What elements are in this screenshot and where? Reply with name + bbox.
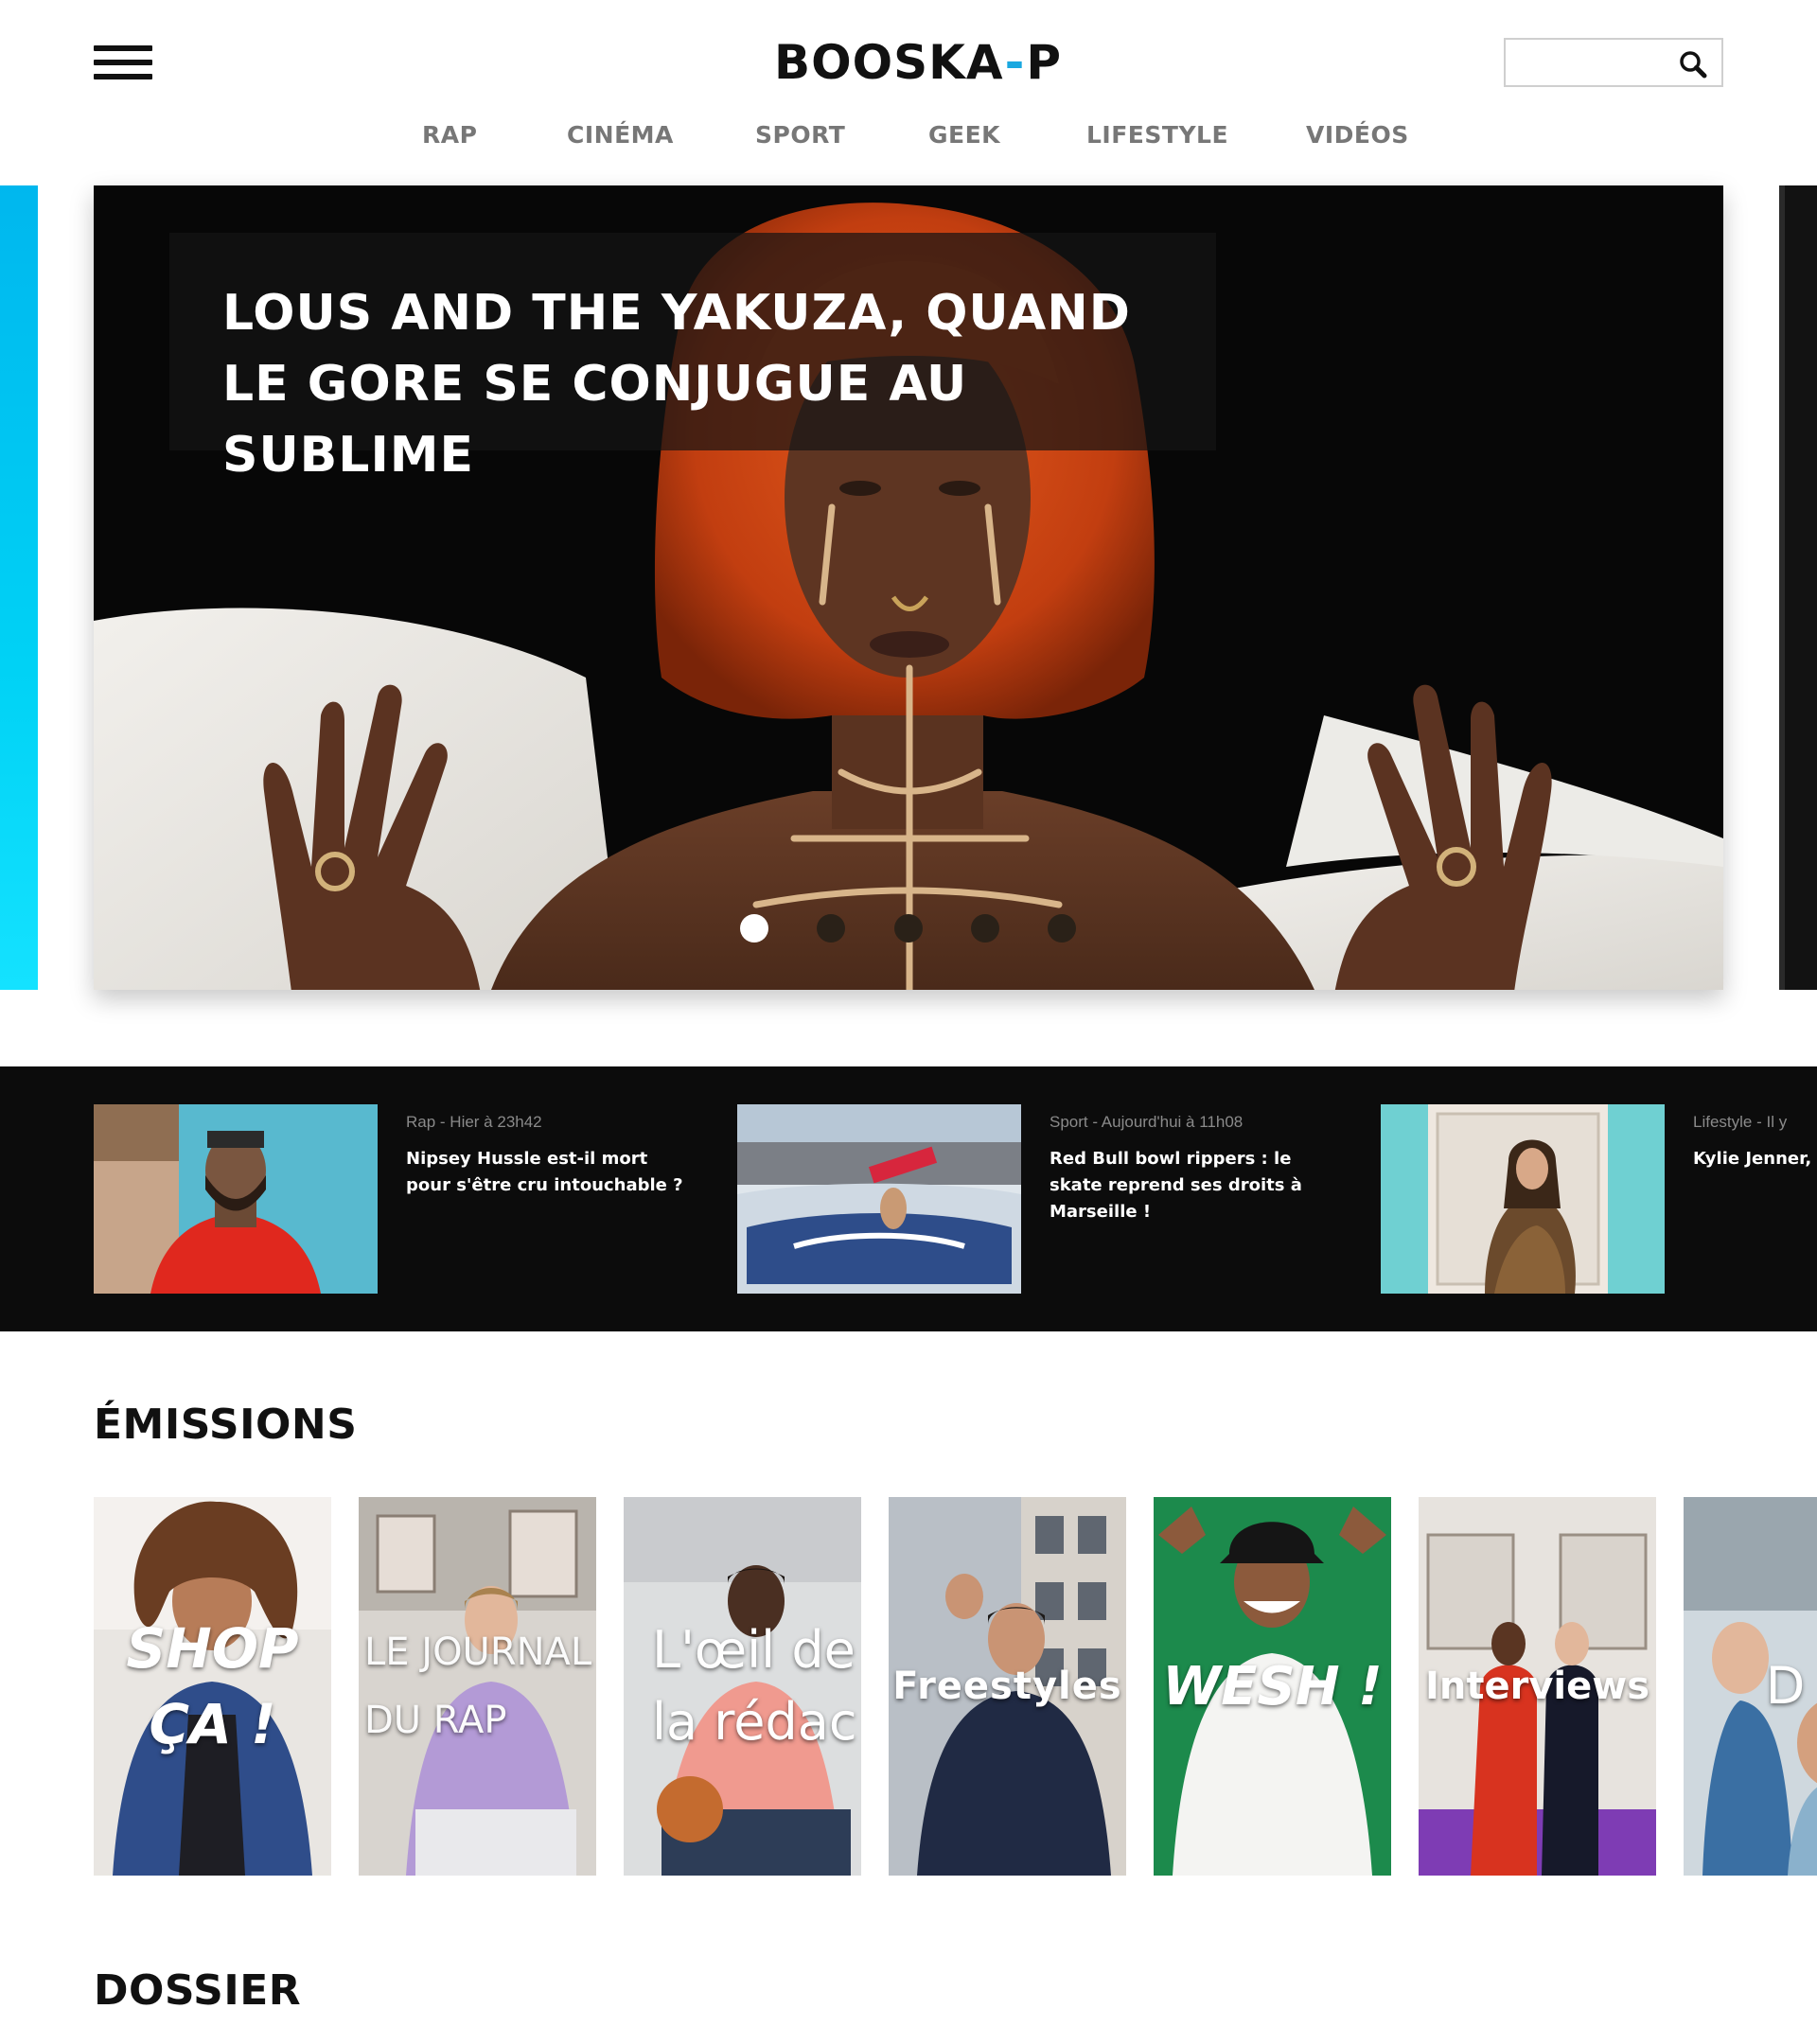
- show-label: D la g: [1765, 1656, 1817, 1716]
- show-card-journal-du-rap[interactable]: LE JOURNAL DU RAP: [359, 1497, 596, 1876]
- nav-item-videos[interactable]: VIDÉOS: [1306, 121, 1409, 149]
- hero-title[interactable]: LOUS AND THE YAKUZA, QUAND LE GORE SE CO…: [222, 278, 1207, 491]
- show-card-shop-ca[interactable]: SHOP ÇA !: [94, 1497, 331, 1876]
- article-meta: Sport - Aujourd'hui à 11h08: [1050, 1113, 1244, 1131]
- article-thumbnail[interactable]: [94, 1104, 378, 1294]
- search-icon[interactable]: [1678, 49, 1708, 79]
- show-label: WESH !: [1162, 1655, 1383, 1718]
- nav-item-lifestyle[interactable]: LIFESTYLE: [1086, 121, 1228, 149]
- latest-articles-strip: Rap - Hier à 23h42 Nipsey Hussle est-il …: [0, 1066, 1817, 1331]
- hamburger-bar: [94, 60, 152, 65]
- show-card-wesh[interactable]: WESH !: [1154, 1497, 1391, 1876]
- show-label: L'œil de la rédac: [652, 1620, 857, 1752]
- logo-dash: -: [1004, 35, 1026, 90]
- main-nav: RAP CINÉMA SPORT GEEK LIFESTYLE VIDÉOS: [0, 121, 1817, 153]
- article-title[interactable]: Red Bull bowl rippers : le skate reprend…: [1050, 1146, 1333, 1225]
- article-thumbnail[interactable]: [1381, 1104, 1665, 1294]
- show-label: LE JOURNAL DU RAP: [364, 1630, 592, 1742]
- show-label: Interviews: [1424, 1665, 1649, 1708]
- section-title-dossier: DOSSIER: [94, 1966, 302, 2015]
- hamburger-menu-icon[interactable]: [94, 45, 152, 81]
- article-title[interactable]: Nipsey Hussle est-il mort pour s'être cr…: [406, 1146, 690, 1199]
- article-title[interactable]: Kylie Jenner, c mieux payée c: [1693, 1146, 1817, 1172]
- hamburger-bar: [94, 45, 152, 51]
- search-input[interactable]: [1513, 45, 1665, 79]
- logo-text-end: P: [1026, 35, 1062, 90]
- show-card-freestyles[interactable]: Freestyles: [889, 1497, 1126, 1876]
- show-card-oeil-de-la-redac[interactable]: L'œil de la rédac: [624, 1497, 861, 1876]
- carousel-dot-5[interactable]: [1048, 914, 1076, 943]
- article-thumbnail[interactable]: [737, 1104, 1021, 1294]
- hamburger-bar: [94, 74, 152, 79]
- show-label: SHOP ÇA !: [126, 1616, 299, 1756]
- carousel-dot-2[interactable]: [817, 914, 845, 943]
- search-box: [1504, 38, 1723, 87]
- carousel-dot-3[interactable]: [894, 914, 923, 943]
- article-meta: Rap - Hier à 23h42: [406, 1113, 542, 1131]
- nav-item-sport[interactable]: SPORT: [755, 121, 845, 149]
- logo-text-main: BOOSKA: [774, 35, 1004, 90]
- site-logo[interactable]: BOOSKA - P: [774, 35, 1062, 90]
- show-card-interviews[interactable]: Interviews: [1419, 1497, 1656, 1876]
- nav-item-geek[interactable]: GEEK: [928, 121, 1000, 149]
- shows-row: SHOP ÇA ! LE JOURNAL DU RAP L'œil de la …: [94, 1497, 1817, 1876]
- article-meta: Lifestyle - Il y: [1693, 1113, 1788, 1131]
- show-card-partial[interactable]: D la g: [1684, 1497, 1817, 1876]
- carousel-dot-4[interactable]: [971, 914, 999, 943]
- carousel-next-slide[interactable]: [1779, 185, 1817, 990]
- section-title-emissions: ÉMISSIONS: [94, 1401, 358, 1449]
- carousel-dot-1[interactable]: [740, 914, 768, 943]
- nav-item-cinema[interactable]: CINÉMA: [567, 121, 674, 149]
- nav-item-rap[interactable]: RAP: [422, 121, 477, 149]
- show-label: Freestyles: [892, 1665, 1122, 1708]
- hero-slide[interactable]: LOUS AND THE YAKUZA, QUAND LE GORE SE CO…: [94, 185, 1723, 990]
- carousel-prev-slide[interactable]: [0, 185, 38, 990]
